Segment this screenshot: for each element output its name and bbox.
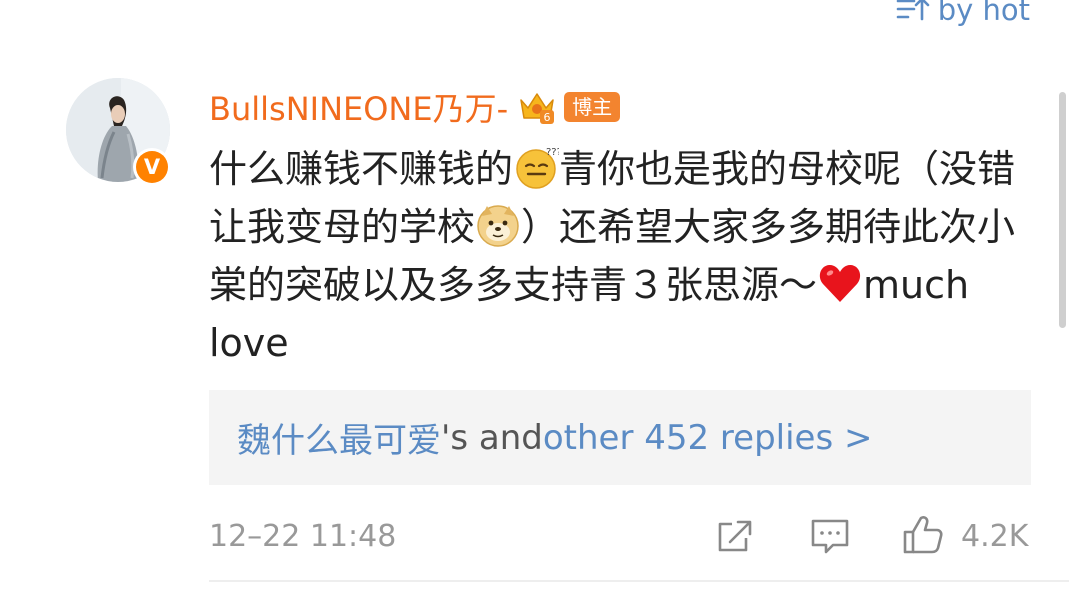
reply-username[interactable]: 魏什么最可爱: [237, 413, 441, 462]
verified-badge-label: V: [136, 151, 168, 183]
replies-preview[interactable]: 魏什么最可爱 's and other 452 replies >: [209, 390, 1031, 485]
comment-footer: 12–22 11:48 4.2K: [209, 510, 1031, 562]
share-icon[interactable]: [716, 516, 756, 556]
dizzy-smile-emoji: ???: [516, 147, 559, 189]
svg-text:6: 6: [544, 111, 551, 124]
comment-icon[interactable]: [809, 516, 851, 556]
crown-6-icon: 6: [520, 93, 555, 124]
blogger-tag: 博主: [564, 92, 621, 122]
svg-text:???: ???: [546, 147, 559, 158]
scrollbar[interactable]: [1059, 92, 1066, 328]
timestamp: 12–22 11:48: [209, 518, 397, 554]
name-row: BullsNINEONE乃万- 6 博主: [209, 84, 621, 130]
verified-badge: V: [133, 148, 171, 186]
username[interactable]: BullsNINEONE乃万-: [209, 84, 508, 130]
reply-connector: 's and: [441, 417, 543, 458]
comment-text-part1: 什么赚钱不赚钱的: [209, 147, 514, 191]
red-heart-emoji: [819, 264, 861, 302]
like-count: 4.2K: [961, 518, 1029, 554]
thumbs-up-icon[interactable]: [901, 512, 945, 556]
divider: [209, 580, 1069, 582]
comment-text: 什么赚钱不赚钱的 ??? 青你也是我的母校呢（没错让我变母的学校 ）还希望大家多…: [209, 140, 1039, 372]
comment-card: V BullsNINEONE乃万- 6 博主 什么赚钱不赚钱的 ??? 青你也是…: [0, 0, 1080, 603]
reply-count-link[interactable]: other 452 replies >: [543, 418, 873, 458]
doge-emoji: [477, 205, 519, 247]
